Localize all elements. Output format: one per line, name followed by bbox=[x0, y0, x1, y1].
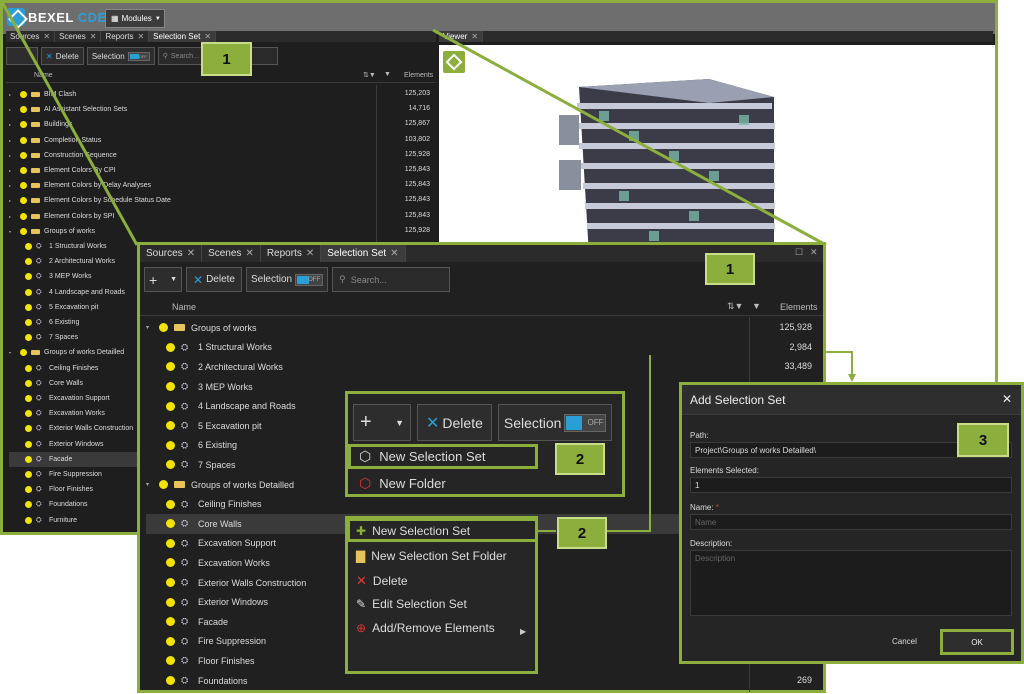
connector-lines bbox=[538, 355, 651, 532]
